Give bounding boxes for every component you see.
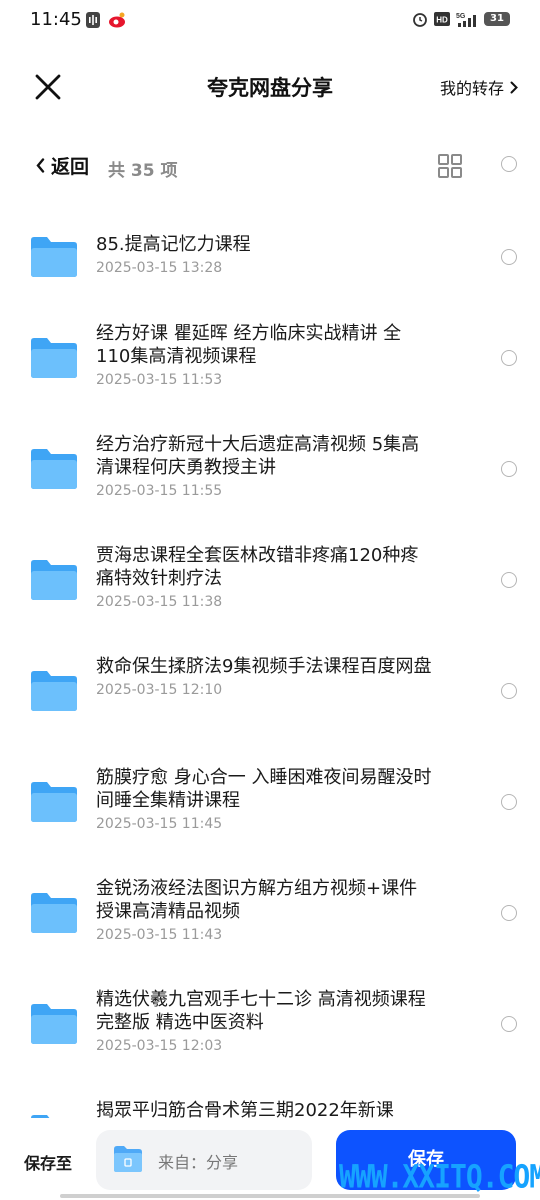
list-item[interactable]: 经方好课 瞿延晖 经方临床实战精讲 全110集高清视频课程 2025-03-15… — [0, 311, 540, 422]
file-name: 救命保生揉脐法9集视频手法课程百度网盘 — [96, 656, 432, 677]
select-radio[interactable] — [501, 249, 517, 265]
select-radio[interactable] — [501, 905, 517, 921]
alarm-icon — [413, 13, 427, 27]
file-date: 2025-03-15 12:03 — [96, 1038, 223, 1054]
file-date: 2025-03-15 11:45 — [96, 816, 223, 832]
list-item[interactable]: 精选伏羲九宫观手七十二诊 高清视频课程完整版 精选中医资料 2025-03-15… — [0, 977, 540, 1088]
select-radio[interactable] — [501, 1016, 517, 1032]
select-radio[interactable] — [501, 350, 517, 366]
chevron-right-icon — [510, 81, 518, 93]
list-item[interactable]: 贾海忠课程全套医林改错非疼痛120种疼痛特效针刺疗法 2025-03-15 11… — [0, 533, 540, 644]
file-name: 精选伏羲九宫观手七十二诊 高清视频课程完整版 精选中医资料 — [96, 989, 426, 1033]
file-date: 2025-03-15 11:53 — [96, 372, 223, 388]
chevron-left-icon — [36, 158, 45, 173]
watermark: WWW.XXITQ.COM — [339, 1157, 540, 1196]
weibo-app-icon — [109, 12, 125, 28]
signal-5g-icon: 5G — [456, 13, 476, 27]
header: 夸克网盘分享 我的转存 — [0, 55, 540, 119]
list-item[interactable]: 救命保生揉脐法9集视频手法课程百度网盘 2025-03-15 12:10 — [0, 644, 540, 755]
battery-icon: 31 — [484, 12, 510, 26]
file-name: 85.提高记忆力课程 — [96, 234, 251, 255]
list-item[interactable]: 85.提高记忆力课程 2025-03-15 13:28 — [0, 200, 540, 311]
file-name: 贾海忠课程全套医林改错非疼痛120种疼痛特效针刺疗法 — [96, 545, 419, 589]
audio-app-icon — [86, 12, 100, 28]
folder-share-icon — [114, 1146, 142, 1172]
status-indicators: HD 5G 31 — [412, 11, 510, 27]
file-name: 经方治疗新冠十大后遗症高清视频 5集高清课程何庆勇教授主讲 — [96, 434, 420, 478]
folder-icon — [31, 560, 77, 600]
file-name: 揭眾平归筋合骨术第三期2022年新课 — [96, 1100, 394, 1120]
file-date: 2025-03-15 12:10 — [96, 682, 223, 698]
folder-icon — [31, 338, 77, 378]
list-item[interactable]: 揭眾平归筋合骨术第三期2022年新课 — [0, 1088, 540, 1120]
file-date: 2025-03-15 13:28 — [96, 260, 223, 276]
file-date: 2025-03-15 11:55 — [96, 483, 223, 499]
back-label: 返回 — [51, 156, 90, 178]
status-bar: 11:45 HD 5G 31 — [0, 0, 540, 42]
file-name: 筋膜疗愈 身心合一 入睡困难夜间易醒没时间睡全集精讲课程 — [96, 767, 432, 811]
select-radio[interactable] — [501, 572, 517, 588]
list-item[interactable]: 金锐汤液经法图识方解方组方视频+课件授课高清精品视频 2025-03-15 11… — [0, 866, 540, 977]
select-all-radio[interactable] — [501, 156, 517, 172]
svg-text:5G: 5G — [456, 13, 466, 20]
file-date: 2025-03-15 11:38 — [96, 594, 223, 610]
file-name: 金锐汤液经法图识方解方组方视频+课件授课高清精品视频 — [96, 878, 418, 922]
list-item[interactable]: 筋膜疗愈 身心合一 入睡困难夜间易醒没时间睡全集精讲课程 2025-03-15 … — [0, 755, 540, 866]
select-radio[interactable] — [501, 794, 517, 810]
destination-selector[interactable]: 来自：分享 — [96, 1130, 312, 1190]
save-to-label: 保存至 — [24, 1154, 73, 1173]
home-indicator — [60, 1194, 480, 1198]
file-date: 2025-03-15 11:43 — [96, 927, 223, 943]
folder-icon — [31, 449, 77, 489]
file-list: 85.提高记忆力课程 2025-03-15 13:28 经方好课 瞿延晖 经方临… — [0, 200, 540, 1120]
folder-icon — [31, 893, 77, 933]
svg-text:HD: HD — [436, 16, 448, 25]
folder-icon — [31, 782, 77, 822]
folder-icon — [31, 1004, 77, 1044]
item-count: 共 35 项 — [108, 161, 178, 181]
list-item[interactable]: 经方治疗新冠十大后遗症高清视频 5集高清课程何庆勇教授主讲 2025-03-15… — [0, 422, 540, 533]
status-time: 11:45 — [30, 9, 82, 30]
my-transfer-link[interactable]: 我的转存 — [440, 75, 518, 99]
grid-view-icon[interactable] — [438, 154, 462, 178]
back-button[interactable]: 返回 — [36, 152, 89, 179]
destination-label: 来自：分享 — [158, 1153, 239, 1172]
folder-toolbar: 返回 共 35 项 — [0, 140, 540, 192]
file-name: 经方好课 瞿延晖 经方临床实战精讲 全110集高清视频课程 — [96, 323, 402, 367]
folder-icon — [31, 671, 77, 711]
folder-icon — [31, 237, 77, 277]
hd-icon: HD — [434, 12, 450, 26]
select-radio[interactable] — [501, 683, 517, 699]
select-radio[interactable] — [501, 461, 517, 477]
my-transfer-label: 我的转存 — [439, 79, 504, 98]
